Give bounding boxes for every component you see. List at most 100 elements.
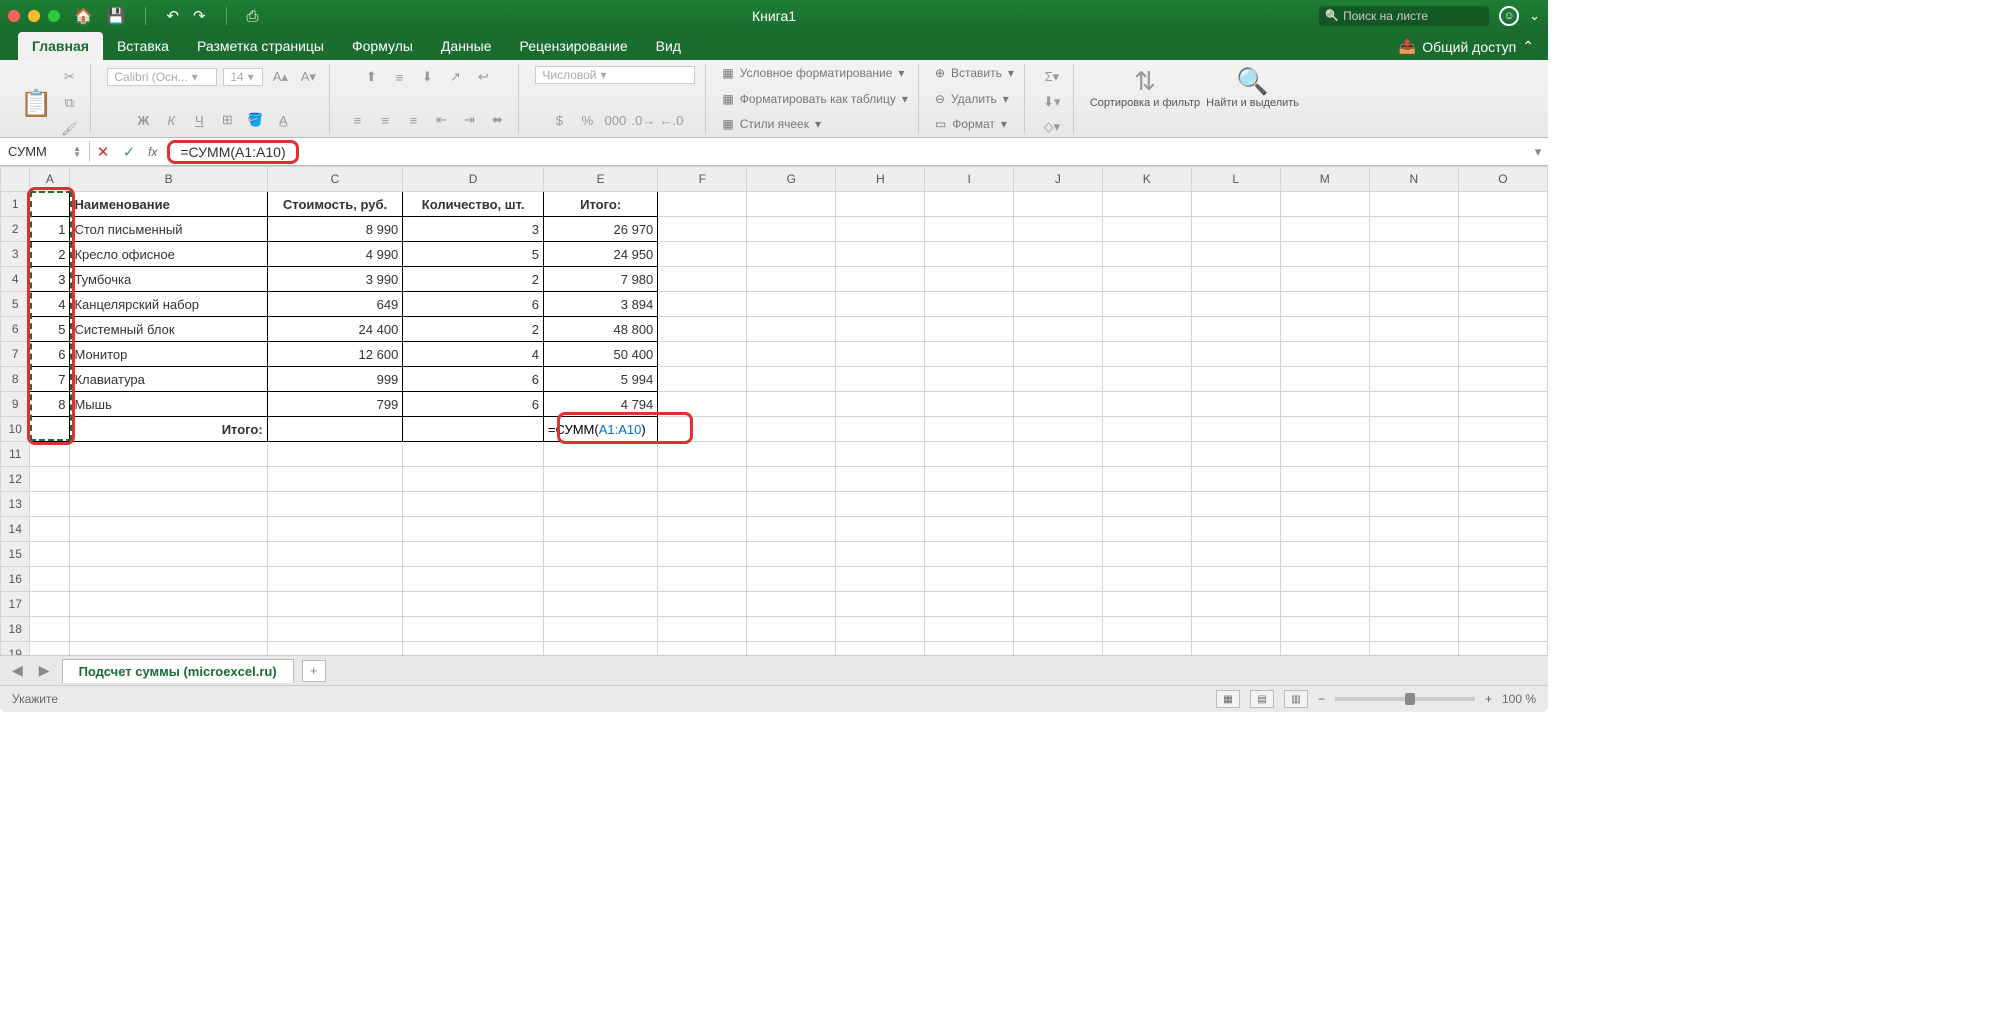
fx-label[interactable]: fx [142, 145, 163, 159]
col-header[interactable]: F [658, 167, 747, 192]
active-cell[interactable]: =СУММ(A1:A10) [543, 417, 657, 442]
align-right-icon[interactable]: ≡ [402, 109, 424, 131]
col-header[interactable]: J [1013, 167, 1102, 192]
fill-icon[interactable]: ⬇▾ [1041, 91, 1063, 113]
row-header[interactable]: 5 [1, 292, 30, 317]
increase-indent-icon[interactable]: ⇥ [458, 109, 480, 131]
border-button[interactable]: ⊞ [216, 109, 238, 131]
sort-filter-icon[interactable]: ⇅ [1090, 66, 1200, 97]
row-header[interactable]: 18 [1, 617, 30, 642]
bold-button[interactable]: Ж [132, 109, 154, 131]
row-header[interactable]: 3 [1, 242, 30, 267]
minimize-window-button[interactable] [28, 10, 40, 22]
select-all-corner[interactable] [1, 167, 30, 192]
row-header[interactable]: 10 [1, 417, 30, 442]
col-header[interactable]: O [1458, 167, 1547, 192]
align-middle-icon[interactable]: ≡ [388, 66, 410, 88]
col-header[interactable]: B [70, 167, 267, 192]
col-header[interactable]: N [1369, 167, 1458, 192]
zoom-slider[interactable] [1335, 697, 1475, 701]
conditional-format-button[interactable]: ▦ Условное форматирование ▾ [722, 66, 904, 80]
column-headers[interactable]: A B C D E F G H I J K L M N O [1, 167, 1548, 192]
redo-icon[interactable]: ↷ [193, 7, 206, 25]
col-header[interactable]: E [543, 167, 657, 192]
confirm-formula-button[interactable]: ✓ [116, 143, 142, 161]
row-header[interactable]: 4 [1, 267, 30, 292]
increase-decimal-icon[interactable]: .0→ [632, 109, 654, 131]
zoom-level[interactable]: 100 % [1502, 692, 1536, 706]
copy-icon[interactable]: ⧉ [58, 92, 80, 114]
thousands-icon[interactable]: 000 [604, 109, 626, 131]
tab-data[interactable]: Данные [427, 32, 506, 60]
tab-page-layout[interactable]: Разметка страницы [183, 32, 338, 60]
row-header[interactable]: 15 [1, 542, 30, 567]
align-bottom-icon[interactable]: ⬇ [416, 66, 438, 88]
row-header[interactable]: 9 [1, 392, 30, 417]
decrease-decimal-icon[interactable]: ←.0 [660, 109, 682, 131]
sheet-next-icon[interactable]: ▶ [35, 662, 54, 679]
row-header[interactable]: 12 [1, 467, 30, 492]
tab-insert[interactable]: Вставка [103, 32, 183, 60]
cut-icon[interactable]: ✂ [58, 66, 80, 88]
sheet-tab[interactable]: Подсчет суммы (microexcel.ru) [62, 659, 294, 683]
font-size-select[interactable]: 14▾ [223, 68, 263, 86]
col-header[interactable]: A [30, 167, 70, 192]
view-page-break-icon[interactable]: ▥ [1284, 690, 1308, 708]
col-header[interactable]: K [1102, 167, 1191, 192]
tab-view[interactable]: Вид [642, 32, 695, 60]
view-normal-icon[interactable]: ▦ [1216, 690, 1240, 708]
undo-icon[interactable]: ↶ [166, 7, 179, 25]
format-painter-icon[interactable]: 🖌 [58, 118, 80, 138]
formula-input[interactable]: =СУММ(A1:A10) [167, 140, 298, 164]
align-left-icon[interactable]: ≡ [346, 109, 368, 131]
percent-icon[interactable]: % [576, 109, 598, 131]
zoom-out-button[interactable]: − [1318, 692, 1325, 706]
row-header[interactable]: 17 [1, 592, 30, 617]
currency-icon[interactable]: $ [548, 109, 570, 131]
tab-home[interactable]: Главная [18, 32, 103, 60]
delete-cells-button[interactable]: ⊖ Удалить ▾ [935, 92, 1009, 106]
zoom-in-button[interactable]: + [1485, 692, 1492, 706]
col-header[interactable]: G [747, 167, 836, 192]
fill-color-button[interactable]: 🪣 [244, 109, 266, 131]
share-button[interactable]: 📤 Общий доступ ⌃ [1385, 33, 1548, 60]
font-name-select[interactable]: Calibri (Осн...▾ [107, 68, 217, 86]
tab-formulas[interactable]: Формулы [338, 32, 427, 60]
row-header[interactable]: 19 [1, 642, 30, 657]
autosum-icon[interactable]: Σ▾ [1041, 66, 1063, 88]
increase-font-icon[interactable]: A▴ [269, 66, 291, 88]
close-window-button[interactable] [8, 10, 20, 22]
orientation-icon[interactable]: ↗ [444, 66, 466, 88]
row-header[interactable]: 6 [1, 317, 30, 342]
format-as-table-button[interactable]: ▦ Форматировать как таблицу ▾ [722, 92, 908, 106]
row-header[interactable]: 7 [1, 342, 30, 367]
row-header[interactable]: 11 [1, 442, 30, 467]
italic-button[interactable]: К [160, 109, 182, 131]
row-header[interactable]: 14 [1, 517, 30, 542]
font-color-button[interactable]: A̲ [272, 109, 294, 131]
row-header[interactable]: 8 [1, 367, 30, 392]
row-header[interactable]: 1 [1, 192, 30, 217]
decrease-font-icon[interactable]: A▾ [297, 66, 319, 88]
decrease-indent-icon[interactable]: ⇤ [430, 109, 452, 131]
underline-button[interactable]: Ч [188, 109, 210, 131]
row-header[interactable]: 2 [1, 217, 30, 242]
clear-icon[interactable]: ◇▾ [1041, 116, 1063, 138]
row-header[interactable]: 16 [1, 567, 30, 592]
sheet-prev-icon[interactable]: ◀ [8, 662, 27, 679]
align-center-icon[interactable]: ≡ [374, 109, 396, 131]
cancel-formula-button[interactable]: ✕ [90, 143, 116, 161]
col-header[interactable]: L [1191, 167, 1280, 192]
row-header[interactable]: 13 [1, 492, 30, 517]
col-header[interactable]: M [1280, 167, 1369, 192]
number-format-select[interactable]: Числовой▾ [535, 66, 695, 84]
name-box[interactable]: СУММ▲▼ [0, 141, 90, 162]
add-sheet-button[interactable]: + [302, 660, 326, 682]
search-input[interactable]: Поиск на листе [1319, 6, 1489, 26]
feedback-icon[interactable]: ☺ [1499, 6, 1519, 26]
expand-formula-bar-icon[interactable]: ▾ [1528, 144, 1548, 160]
tab-review[interactable]: Рецензирование [506, 32, 642, 60]
col-header[interactable]: C [267, 167, 403, 192]
insert-cells-button[interactable]: ⊕ Вставить ▾ [935, 66, 1014, 80]
zoom-window-button[interactable] [48, 10, 60, 22]
